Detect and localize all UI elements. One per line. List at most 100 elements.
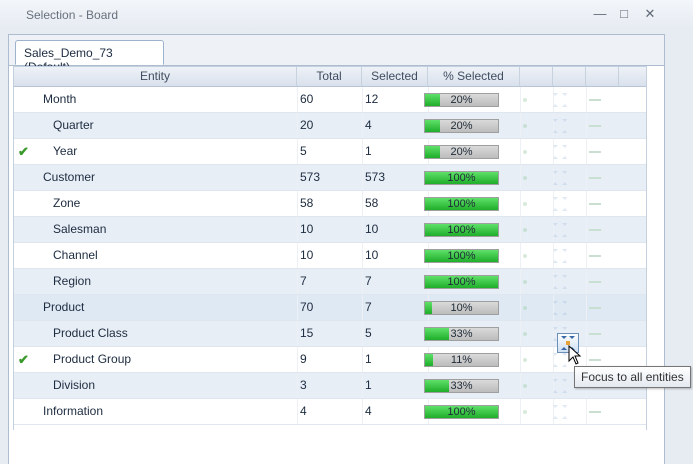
clear-selection-icon[interactable]	[589, 411, 601, 413]
clear-selection-icon[interactable]	[589, 229, 601, 231]
tooltip: Focus to all entities	[574, 366, 691, 388]
total-count: 7	[300, 274, 307, 288]
select-entity-icon[interactable]	[520, 251, 530, 261]
clear-selection-icon[interactable]	[589, 99, 601, 101]
table-row[interactable]: Quarter 20 4 20%	[14, 113, 646, 139]
pct-selected-bar: 100%	[424, 171, 499, 185]
selected-count: 5	[365, 326, 372, 340]
select-entity-icon[interactable]	[520, 121, 530, 131]
entity-name: Division	[53, 378, 96, 392]
entity-name: Channel	[53, 248, 98, 262]
focus-entity-icon[interactable]	[551, 247, 569, 265]
entity-name: Quarter	[53, 118, 94, 132]
table-row[interactable]: ✔ Year 5 1 20%	[14, 139, 646, 165]
clear-selection-icon[interactable]	[589, 281, 601, 283]
total-count: 3	[300, 378, 307, 392]
selected-count: 58	[365, 196, 379, 210]
total-count: 15	[300, 326, 314, 340]
column-header-entity[interactable]: Entity	[14, 67, 297, 86]
minimize-button[interactable]: —	[590, 5, 610, 23]
maximize-button[interactable]: □	[614, 5, 634, 23]
tab-sales-demo[interactable]: Sales_Demo_73 (Default)	[15, 40, 164, 74]
clear-selection-icon[interactable]	[589, 177, 601, 179]
column-header-action-3	[586, 67, 619, 86]
select-entity-icon[interactable]	[520, 381, 530, 391]
total-count: 70	[300, 300, 314, 314]
selected-count: 7	[365, 300, 372, 314]
select-entity-icon[interactable]	[520, 95, 530, 105]
pct-selected-label: 100%	[447, 250, 476, 262]
table-row[interactable]: Division 3 1 33%	[14, 373, 646, 399]
focus-entity-icon[interactable]	[551, 143, 569, 161]
table-row[interactable]: Information 4 4 100%	[14, 399, 646, 425]
focus-entity-icon[interactable]	[551, 169, 569, 187]
column-header-total[interactable]: Total	[297, 67, 362, 86]
focus-entity-icon[interactable]	[551, 403, 569, 421]
check-icon: ✔	[18, 352, 29, 367]
select-entity-icon[interactable]	[520, 147, 530, 157]
selected-count: 1	[365, 352, 372, 366]
total-count: 58	[300, 196, 314, 210]
table-row[interactable]: Product 70 7 10%	[14, 295, 646, 321]
clear-selection-icon[interactable]	[589, 151, 601, 153]
clear-selection-icon[interactable]	[589, 333, 601, 335]
grid-header: Entity Total Selected % Selected	[14, 67, 646, 87]
column-header-pct-selected[interactable]: % Selected	[428, 67, 520, 86]
entity-name: Product	[43, 300, 85, 314]
column-header-selected[interactable]: Selected	[362, 67, 428, 86]
focus-entity-icon[interactable]	[551, 273, 569, 291]
entity-name: Product Class	[53, 326, 128, 340]
pct-selected-bar: 20%	[424, 93, 499, 107]
focus-entity-icon[interactable]	[551, 377, 569, 395]
select-entity-icon[interactable]	[520, 303, 530, 313]
pct-selected-bar: 100%	[424, 405, 499, 419]
select-entity-icon[interactable]	[520, 225, 530, 235]
pct-selected-bar: 11%	[424, 353, 499, 367]
close-button[interactable]: ✕	[640, 5, 660, 23]
clear-selection-icon[interactable]	[589, 359, 601, 361]
clear-selection-icon[interactable]	[589, 125, 601, 127]
selected-count: 573	[365, 170, 386, 184]
pct-selected-label: 20%	[450, 120, 473, 132]
total-count: 60	[300, 92, 314, 106]
table-row[interactable]: Month 60 12 20%	[14, 87, 646, 113]
select-entity-icon[interactable]	[520, 355, 530, 365]
entity-grid: Entity Total Selected % Selected Month 60…	[13, 66, 647, 430]
table-row[interactable]: ✔ Product Group 9 1 11%	[14, 347, 646, 373]
total-count: 9	[300, 352, 307, 366]
pct-selected-bar: 100%	[424, 223, 499, 237]
pct-selected-bar: 100%	[424, 197, 499, 211]
select-entity-icon[interactable]	[520, 407, 530, 417]
selected-count: 1	[365, 378, 372, 392]
table-row[interactable]: Region 7 7 100%	[14, 269, 646, 295]
selected-count: 10	[365, 222, 379, 236]
pct-selected-label: 100%	[447, 198, 476, 210]
select-entity-icon[interactable]	[520, 329, 530, 339]
focus-entity-icon[interactable]	[551, 221, 569, 239]
clear-selection-icon[interactable]	[589, 307, 601, 309]
entity-name: Customer	[43, 170, 96, 184]
pct-selected-label: 100%	[447, 224, 476, 236]
pct-selected-bar: 20%	[424, 145, 499, 159]
clear-selection-icon[interactable]	[589, 255, 601, 257]
select-entity-icon[interactable]	[520, 173, 530, 183]
focus-entity-icon[interactable]	[551, 117, 569, 135]
entity-name: Zone	[53, 196, 81, 210]
clear-selection-icon[interactable]	[589, 203, 601, 205]
focus-entity-icon[interactable]	[551, 299, 569, 317]
table-row[interactable]: Channel 10 10 100%	[14, 243, 646, 269]
pct-selected-label: 33%	[450, 328, 473, 340]
table-row[interactable]: Product Class 15 5 33%	[14, 321, 646, 347]
focus-entity-icon[interactable]	[551, 195, 569, 213]
pct-selected-label: 100%	[447, 276, 476, 288]
table-row[interactable]: Salesman 10 10 100%	[14, 217, 646, 243]
table-row[interactable]: Zone 58 58 100%	[14, 191, 646, 217]
total-count: 573	[300, 170, 321, 184]
table-row[interactable]: Customer 573 573 100%	[14, 165, 646, 191]
pct-selected-bar: 10%	[424, 301, 499, 315]
select-entity-icon[interactable]	[520, 277, 530, 287]
total-count: 20	[300, 118, 314, 132]
focus-entity-icon[interactable]	[551, 91, 569, 109]
pct-selected-bar: 33%	[424, 379, 499, 393]
select-entity-icon[interactable]	[520, 199, 530, 209]
